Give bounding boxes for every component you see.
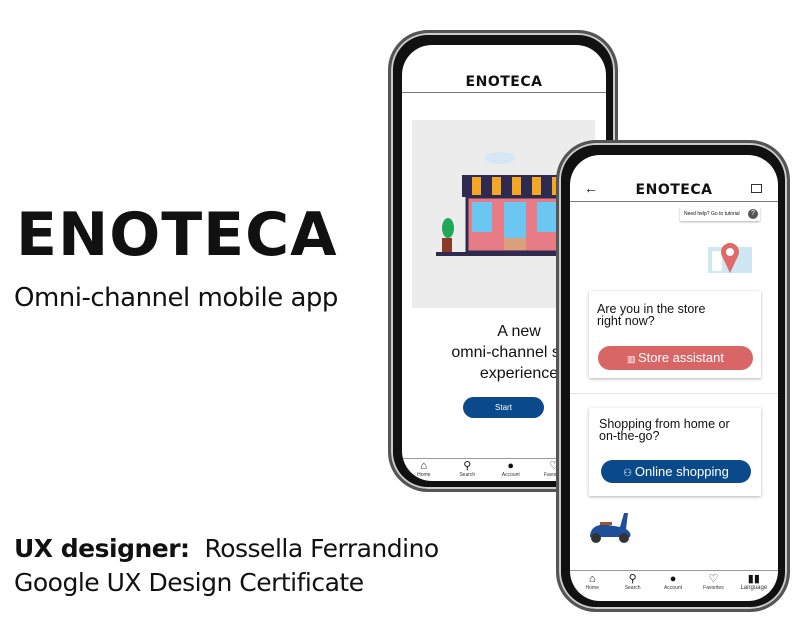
nav-home[interactable]: ⌂ Home [402,460,446,478]
nav-language[interactable]: ▮▮ Language [734,573,774,591]
map-pin-illustration [706,241,754,280]
certificate: Google UX Design Certificate [14,568,364,597]
map-icon: ▥ [626,354,638,364]
nav-search[interactable]: ⚲ Search [446,460,490,478]
nav-home[interactable]: ⌂ Home [572,573,612,591]
nav-language-label: Language [740,585,768,591]
nav-search[interactable]: ⚲ Search [612,573,652,591]
help-tutorial-button[interactable]: Need help? Go to tutorial? [680,207,760,221]
search-icon: ⚲ [463,460,472,472]
account-icon: ● [507,460,515,472]
help-icon: ? [748,209,758,219]
nav-account[interactable]: ● Account [653,573,693,591]
nav-account[interactable]: ● Account [489,460,533,478]
app-header-title: ENOTECA [465,74,543,90]
subtitle: Omni-channel mobile app [14,283,338,313]
home-icon: ⌂ [588,573,596,585]
app-header-title: ENOTECA [635,182,713,198]
start-button[interactable]: Start [463,397,544,418]
in-store-card: Are you in the store right now? ▥ Store … [589,291,761,378]
scooter-illustration [586,509,634,550]
designer-name: Rossella Ferrandino [204,534,439,563]
nav-favorites[interactable]: ♡ Favorites [693,573,733,591]
online-question: Shopping from home or on-the-go? [599,417,730,443]
designer-label: UX designer: [14,534,190,563]
designer-credit: UX designer: Rossella Ferrandino [14,534,439,563]
online-card: Shopping from home or on-the-go? ⚇ Onlin… [589,408,761,496]
phone-choice-screen: ← ENOTECA Need help? Go to tutorial? Are… [556,140,790,612]
account-icon: ● [669,573,677,585]
bicycle-icon: ⚇ [623,468,635,479]
heart-icon: ♡ [708,573,719,585]
in-store-question: Are you in the store right now? [597,302,706,328]
search-icon: ⚲ [628,573,637,585]
brand-title: ENOTECA [16,200,338,270]
home-icon: ⌂ [420,460,428,472]
store-assistant-button[interactable]: ▥ Store assistant [598,346,753,370]
online-shopping-button[interactable]: ⚇ Online shopping [601,460,751,483]
bag-icon[interactable] [751,184,762,193]
language-icon: ▮▮ [747,573,760,585]
